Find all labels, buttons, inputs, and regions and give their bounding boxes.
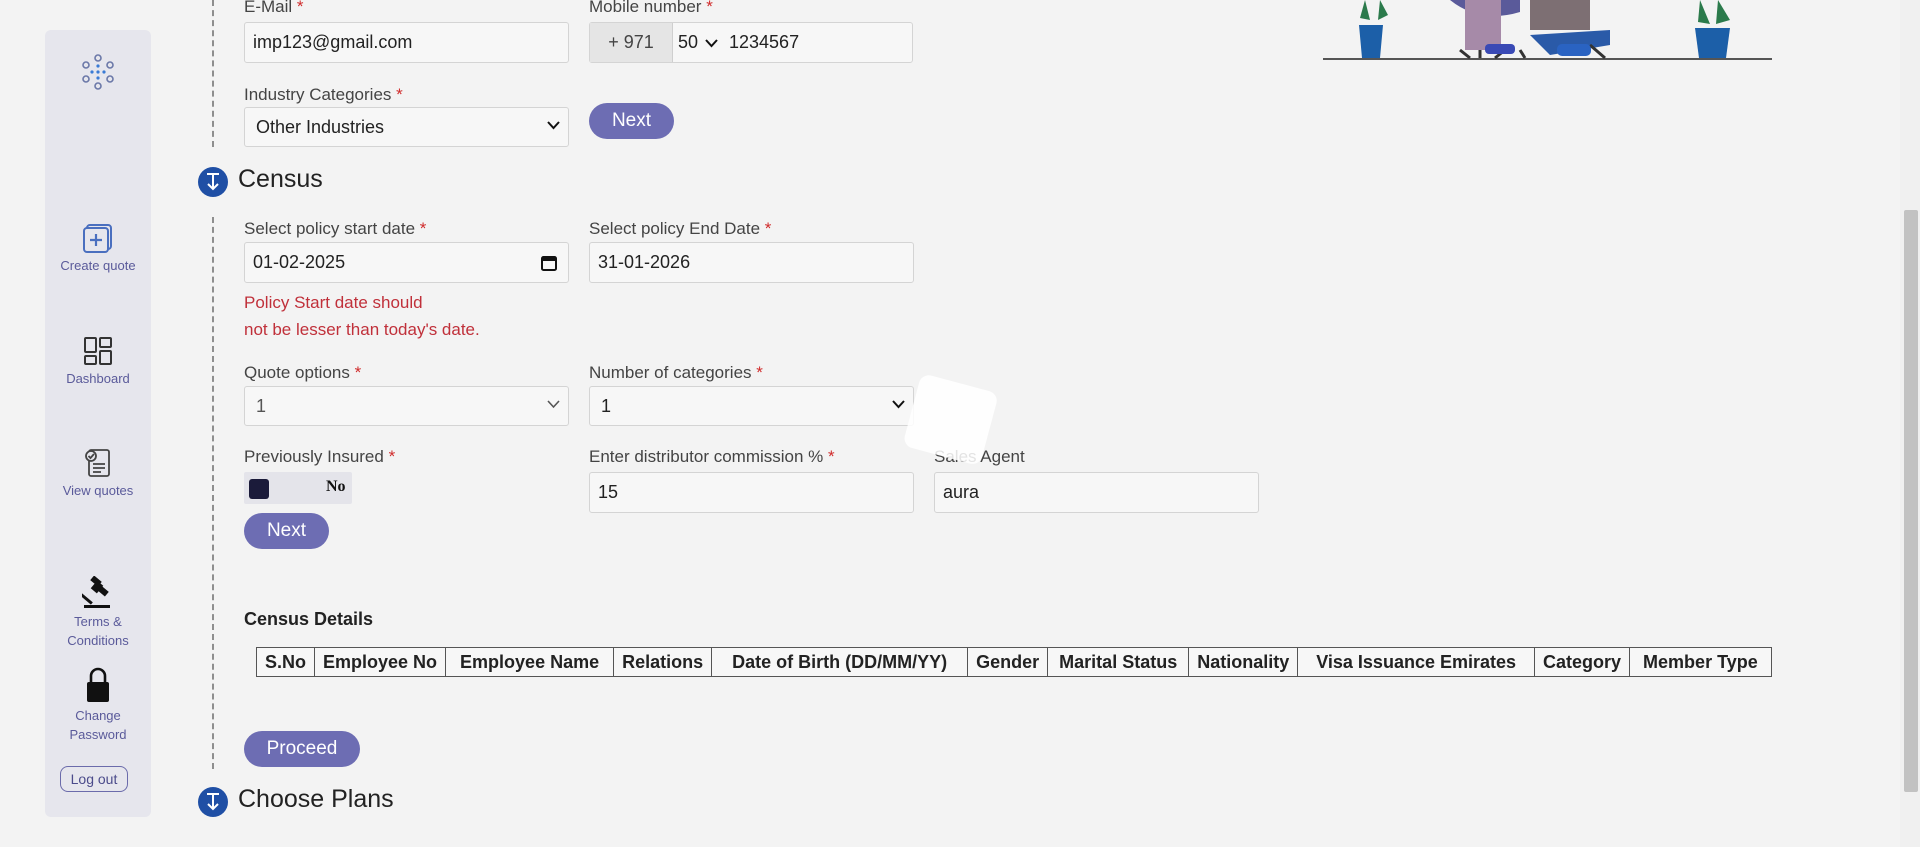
- sidebar: Create quote Dashboard View quotes Terms…: [45, 30, 151, 817]
- industry-select[interactable]: Other Industries: [244, 107, 569, 147]
- sales-agent-input[interactable]: aura: [934, 472, 1259, 513]
- end-date-input[interactable]: 31-01-2026: [589, 242, 914, 283]
- sidebar-item-label: Password: [69, 727, 127, 742]
- start-date-error: Policy Start date should not be lesser th…: [244, 293, 480, 339]
- col-gender[interactable]: Gender: [967, 647, 1049, 677]
- table-header-row: S.No Employee No Employee Name Relations…: [255, 647, 1772, 677]
- census-table: S.No Employee No Employee Name Relations…: [255, 647, 1772, 677]
- census-details-title: Census Details: [244, 609, 374, 629]
- sidebar-item-dashboard[interactable]: Dashboard: [45, 335, 151, 388]
- col-marital-status[interactable]: Marital Status: [1047, 647, 1190, 677]
- census-next-button[interactable]: Next: [244, 513, 329, 549]
- sidebar-item-terms[interactable]: Terms & Conditions: [45, 576, 151, 650]
- col-visa-emirates[interactable]: Visa Issuance Emirates: [1297, 647, 1536, 677]
- email-label: E-Mail *: [244, 0, 304, 16]
- col-relations[interactable]: Relations: [613, 647, 713, 677]
- timeline-line: [212, 0, 214, 147]
- add-document-icon: [83, 224, 112, 253]
- scrollbar-thumb[interactable]: [1904, 210, 1918, 792]
- previously-insured-label: Previously Insured *: [244, 447, 396, 466]
- app-logo-icon[interactable]: [80, 52, 116, 92]
- toggle-knob: [249, 479, 269, 499]
- chevron-down-icon: [705, 39, 718, 48]
- logout-button[interactable]: Log out: [60, 766, 128, 792]
- sidebar-item-label: Change: [75, 708, 121, 723]
- proceed-button[interactable]: Proceed: [244, 731, 360, 767]
- quote-options-select[interactable]: 1: [244, 386, 569, 426]
- document-check-icon: [85, 449, 110, 477]
- sidebar-item-label: Conditions: [67, 633, 129, 648]
- email-field[interactable]: imp123@gmail.com: [244, 22, 569, 63]
- col-dob[interactable]: Date of Birth (DD/MM/YY): [711, 647, 969, 677]
- start-date-input[interactable]: 01-02-2025: [244, 242, 569, 283]
- sidebar-item-change-password[interactable]: Change Password: [45, 666, 151, 744]
- col-nationality[interactable]: Nationality: [1188, 647, 1299, 677]
- col-member-type[interactable]: Member Type: [1629, 647, 1772, 677]
- start-date-label: Select policy start date *: [244, 219, 427, 238]
- office-illustration: [1323, 0, 1772, 60]
- sidebar-item-label: View quotes: [62, 483, 134, 498]
- sidebar-item-label: Terms &: [74, 614, 122, 629]
- census-title[interactable]: Census: [238, 165, 323, 194]
- contact-next-button[interactable]: Next: [589, 103, 674, 139]
- watermark-shape: [904, 375, 997, 464]
- col-employee-no[interactable]: Employee No: [314, 647, 447, 677]
- commission-label: Enter distributor commission % *: [589, 447, 835, 466]
- lock-icon: [87, 667, 109, 702]
- sidebar-item-label: Dashboard: [66, 371, 130, 386]
- page-scrollbar[interactable]: [1900, 0, 1920, 847]
- choose-plans-title[interactable]: Choose Plans: [238, 785, 394, 814]
- sidebar-item-create-quote[interactable]: Create quote: [45, 222, 151, 275]
- sidebar-item-label: Create quote: [60, 258, 136, 273]
- col-sno[interactable]: S.No: [255, 647, 316, 677]
- mobile-number-input[interactable]: 1234567: [729, 23, 799, 62]
- previously-insured-toggle[interactable]: No: [244, 472, 352, 504]
- country-code: + 971: [590, 23, 673, 62]
- mobile-label: Mobile number *: [589, 0, 713, 16]
- mobile-prefix-select[interactable]: 50: [678, 23, 718, 62]
- step-census-icon: [198, 167, 228, 197]
- toggle-value: No: [326, 478, 346, 495]
- col-category[interactable]: Category: [1534, 647, 1631, 677]
- col-employee-name[interactable]: Employee Name: [445, 647, 615, 677]
- gavel-icon: [82, 576, 110, 608]
- num-categories-select[interactable]: 1: [589, 386, 914, 426]
- chevron-down-icon: [547, 121, 560, 130]
- step-choose-plans-icon: [198, 787, 228, 817]
- dashboard-icon: [84, 337, 112, 365]
- num-categories-label: Number of categories *: [589, 363, 763, 382]
- commission-input[interactable]: 15: [589, 472, 914, 513]
- timeline-line: [212, 217, 214, 769]
- mobile-field: + 971 50 1234567: [589, 22, 913, 63]
- quote-options-label: Quote options *: [244, 363, 362, 382]
- industry-label: Industry Categories *: [244, 85, 403, 104]
- calendar-icon[interactable]: [540, 254, 558, 272]
- sidebar-item-view-quotes[interactable]: View quotes: [45, 447, 151, 500]
- chevron-down-icon: [547, 400, 560, 409]
- end-date-label: Select policy End Date *: [589, 219, 772, 238]
